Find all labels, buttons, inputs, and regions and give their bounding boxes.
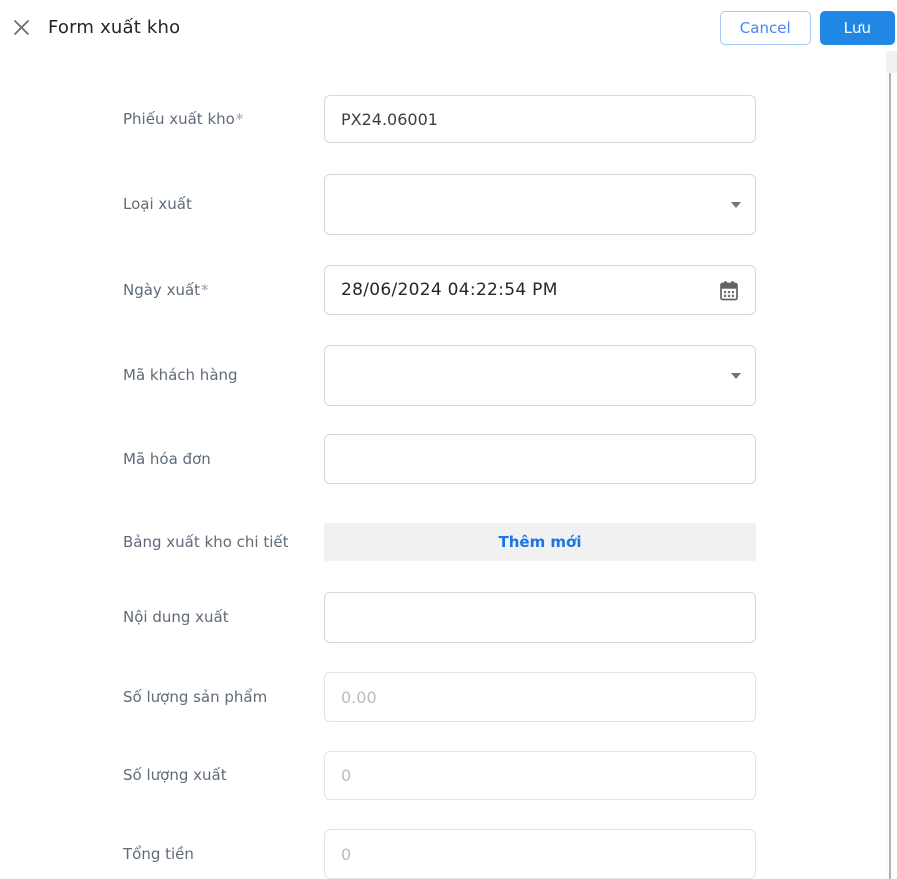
field-label: Số lượng xuất	[123, 766, 227, 785]
close-button[interactable]	[8, 15, 34, 41]
save-button[interactable]: Lưu	[819, 10, 895, 45]
so-luong-xuat-input[interactable]	[324, 751, 756, 800]
field-row-ngay-xuat: Ngày xuất* 28/06/2024 04:22:54 PM	[0, 265, 897, 315]
field-label: Nội dung xuất	[123, 608, 229, 627]
field-label: Bảng xuất kho chi tiết	[123, 532, 289, 551]
field-row-loai-xuat: Loại xuất	[0, 174, 897, 235]
field-row-so-luong-san-pham: Số lượng sản phẩm	[0, 672, 897, 722]
ma-khach-hang-select[interactable]	[324, 345, 756, 406]
chevron-down-icon	[731, 201, 741, 208]
chevron-down-icon	[731, 372, 741, 379]
field-row-ma-khach-hang: Mã khách hàng	[0, 345, 897, 406]
page-title: Form xuất kho	[48, 17, 181, 38]
field-label: Loại xuất	[123, 195, 192, 214]
calendar-picker-button[interactable]	[719, 280, 739, 301]
required-marker: *	[201, 280, 209, 299]
field-label: Mã hóa đơn	[123, 449, 211, 468]
ma-hoa-don-input[interactable]	[324, 434, 756, 484]
calendar-icon	[719, 280, 739, 301]
field-label: Phiếu xuất kho*	[123, 109, 244, 128]
field-label: Tổng tiền	[123, 844, 194, 863]
field-row-phieu-xuat-kho: Phiếu xuất kho*	[0, 95, 897, 143]
noi-dung-xuat-input[interactable]	[324, 592, 756, 643]
field-row-so-luong-xuat: Số lượng xuất	[0, 751, 897, 800]
field-label: Mã khách hàng	[123, 366, 238, 385]
export-warehouse-form: Phiếu xuất kho* Loại xuất Ngày xuất* 28/…	[0, 55, 897, 879]
field-row-ma-hoa-don: Mã hóa đơn	[0, 434, 897, 484]
datetime-value: 28/06/2024 04:22:54 PM	[341, 280, 558, 300]
loai-xuat-select[interactable]	[324, 174, 756, 235]
cancel-button[interactable]: Cancel	[719, 10, 811, 45]
required-marker: *	[235, 109, 244, 128]
close-icon	[12, 18, 31, 37]
ngay-xuat-input[interactable]: 28/06/2024 04:22:54 PM	[324, 265, 756, 315]
scrollbar-track-line	[889, 73, 891, 879]
scrollbar-track	[886, 51, 897, 879]
dialog-header: Form xuất kho Cancel Lưu	[0, 0, 897, 55]
field-row-tong-tien: Tổng tiền	[0, 829, 897, 879]
field-label: Số lượng sản phẩm	[123, 687, 268, 706]
add-new-button[interactable]: Thêm mới	[324, 523, 756, 561]
field-label: Ngày xuất*	[123, 280, 209, 299]
scrollbar-thumb[interactable]	[886, 51, 897, 73]
field-row-noi-dung-xuat: Nội dung xuất	[0, 592, 897, 643]
field-row-bang-xuat-kho-chi-tiet: Bảng xuất kho chi tiết Thêm mới	[0, 523, 897, 561]
header-actions: Cancel Lưu	[719, 10, 895, 45]
phieu-xuat-kho-input[interactable]	[324, 95, 756, 143]
tong-tien-input[interactable]	[324, 829, 756, 879]
so-luong-san-pham-input[interactable]	[324, 672, 756, 722]
